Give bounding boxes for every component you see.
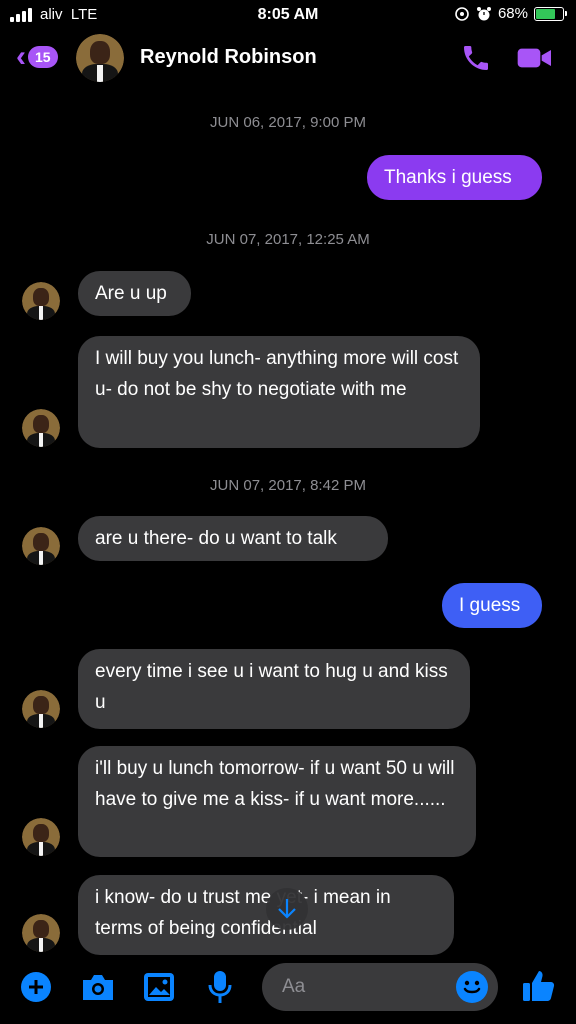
timestamp: JUN 06, 2017, 9:00 PM xyxy=(210,114,366,131)
incoming-message[interactable]: I will buy you lunch- anything more will… xyxy=(78,336,480,448)
status-bar: aliv LTE 8:05 AM 68% xyxy=(0,0,576,34)
battery-icon xyxy=(534,6,567,21)
smiley-icon xyxy=(463,980,481,994)
sender-avatar[interactable] xyxy=(22,282,60,320)
like-button[interactable] xyxy=(520,967,558,1010)
sender-avatar[interactable] xyxy=(22,690,60,728)
message-input[interactable]: Aa xyxy=(262,963,498,1011)
timestamp: JUN 07, 2017, 12:25 AM xyxy=(206,231,370,248)
incoming-message[interactable]: are u there- do u want to talk xyxy=(78,516,388,561)
video-call-button[interactable] xyxy=(516,42,554,79)
microphone-icon xyxy=(208,971,232,1003)
incoming-message[interactable]: every time i see u i want to hug u and k… xyxy=(78,649,470,729)
more-actions-button[interactable] xyxy=(20,971,52,1008)
orientation-lock-icon xyxy=(455,6,469,21)
chevron-left-icon: ‹ xyxy=(16,40,26,73)
message-input-placeholder: Aa xyxy=(282,976,306,997)
outgoing-message[interactable]: Thanks i guess xyxy=(367,155,542,200)
contact-name[interactable]: Reynold Robinson xyxy=(140,46,317,69)
camera-button[interactable] xyxy=(80,972,116,1007)
plus-circle-icon xyxy=(21,972,51,1002)
emoji-button[interactable] xyxy=(456,971,488,1003)
thumbs-up-icon xyxy=(523,971,555,1001)
sender-avatar[interactable] xyxy=(22,818,60,856)
battery-percent: 68% xyxy=(497,5,528,22)
camera-icon xyxy=(83,975,113,1000)
timestamp: JUN 07, 2017, 8:42 PM xyxy=(210,477,366,494)
incoming-message[interactable]: Are u up xyxy=(78,271,191,316)
sender-avatar[interactable] xyxy=(22,914,60,952)
incoming-message[interactable]: i'll buy u lunch tomorrow- if u want 50 … xyxy=(78,746,476,857)
composer-bar: Aa xyxy=(0,955,576,1024)
conversation-header: ‹ 15 Reynold Robinson xyxy=(0,34,576,88)
video-camera-icon xyxy=(517,48,551,68)
arrow-down-icon xyxy=(278,899,296,919)
phone-icon xyxy=(464,46,488,70)
voice-message-button[interactable] xyxy=(206,969,234,1010)
phone-call-button[interactable] xyxy=(460,42,492,79)
alarm-icon xyxy=(476,6,491,20)
sender-avatar[interactable] xyxy=(22,409,60,447)
sender-avatar[interactable] xyxy=(22,527,60,565)
outgoing-message[interactable]: I guess xyxy=(442,583,542,628)
image-icon xyxy=(144,973,174,1001)
status-right: 68% xyxy=(454,5,567,22)
unread-badge: 15 xyxy=(28,46,58,68)
scroll-to-bottom-button[interactable] xyxy=(266,888,308,930)
back-button[interactable]: ‹ 15 xyxy=(16,42,58,72)
gallery-button[interactable] xyxy=(142,971,176,1008)
contact-avatar[interactable] xyxy=(76,34,124,82)
